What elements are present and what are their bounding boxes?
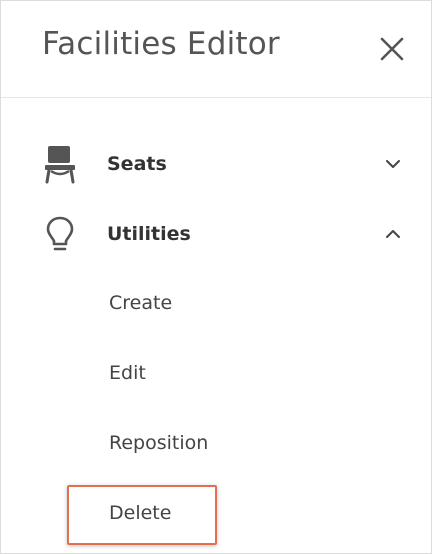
lightbulb-icon	[46, 216, 74, 251]
close-button[interactable]	[377, 34, 407, 64]
menu-item-label: Utilities	[107, 223, 191, 245]
submenu-item-edit[interactable]: Edit	[109, 362, 146, 384]
submenu-item-reposition[interactable]: Reposition	[109, 432, 208, 454]
menu-item-utilities[interactable]: Utilities	[1, 206, 431, 262]
chair-icon	[45, 146, 75, 184]
facilities-editor-panel: Facilities Editor Seats Utilities Create…	[0, 0, 432, 554]
submenu-item-delete[interactable]: Delete	[109, 502, 171, 524]
panel-title: Facilities Editor	[42, 26, 280, 62]
chevron-up-icon[interactable]	[383, 226, 403, 242]
submenu-item-create[interactable]: Create	[109, 292, 172, 314]
close-icon	[380, 37, 404, 61]
menu-item-seats[interactable]: Seats	[1, 136, 431, 192]
menu-item-label: Seats	[107, 153, 167, 175]
chevron-down-icon[interactable]	[383, 156, 403, 172]
panel-header: Facilities Editor	[1, 1, 431, 98]
